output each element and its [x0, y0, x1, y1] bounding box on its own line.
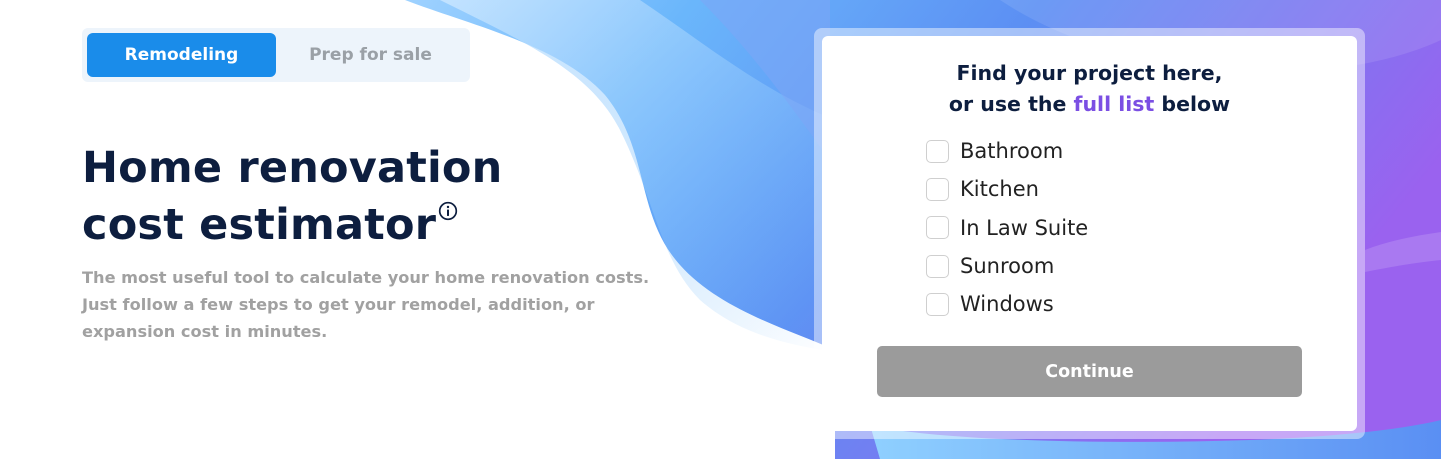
option-kitchen[interactable]: Kitchen [926, 170, 1088, 208]
card-title-line-2: or use the full list below [822, 89, 1357, 120]
card-title-suffix: below [1154, 92, 1231, 116]
page-title-line-2: cost estimator [82, 200, 437, 250]
page-title: Home renovation cost estimator [82, 140, 503, 254]
checkbox[interactable] [926, 177, 949, 201]
card-title: Find your project here, or use the full … [822, 58, 1357, 120]
project-options: Bathroom Kitchen In Law Suite Sunroom Wi… [926, 132, 1088, 323]
card-title-prefix: or use the [948, 92, 1074, 116]
option-in-law-suite[interactable]: In Law Suite [926, 209, 1088, 247]
option-label: Kitchen [960, 177, 1039, 202]
card-title-line-1: Find your project here, [956, 61, 1223, 85]
checkbox[interactable] [926, 254, 949, 278]
option-label: Windows [960, 292, 1054, 317]
page-subtitle: The most useful tool to calculate your h… [82, 268, 650, 341]
project-finder-card: Find your project here, or use the full … [822, 36, 1357, 431]
option-label: In Law Suite [960, 215, 1089, 240]
info-circle-icon[interactable] [438, 201, 458, 221]
continue-button[interactable]: Continue [877, 346, 1302, 397]
mode-tabs: Remodeling Prep for sale [82, 28, 470, 82]
checkbox[interactable] [926, 292, 949, 316]
full-list-link[interactable]: full list [1074, 92, 1155, 116]
option-label: Sunroom [960, 254, 1055, 279]
option-bathroom[interactable]: Bathroom [926, 132, 1088, 170]
page-title-line-1: Home renovation [82, 143, 503, 193]
checkbox[interactable] [926, 216, 949, 240]
page-title-line-2-wrap: cost estimator [82, 197, 503, 254]
option-label: Bathroom [960, 139, 1064, 164]
tab-remodeling[interactable]: Remodeling [87, 33, 276, 77]
tab-prep-for-sale[interactable]: Prep for sale [276, 33, 465, 77]
checkbox[interactable] [926, 139, 949, 163]
option-sunroom[interactable]: Sunroom [926, 247, 1088, 285]
option-windows[interactable]: Windows [926, 285, 1088, 323]
